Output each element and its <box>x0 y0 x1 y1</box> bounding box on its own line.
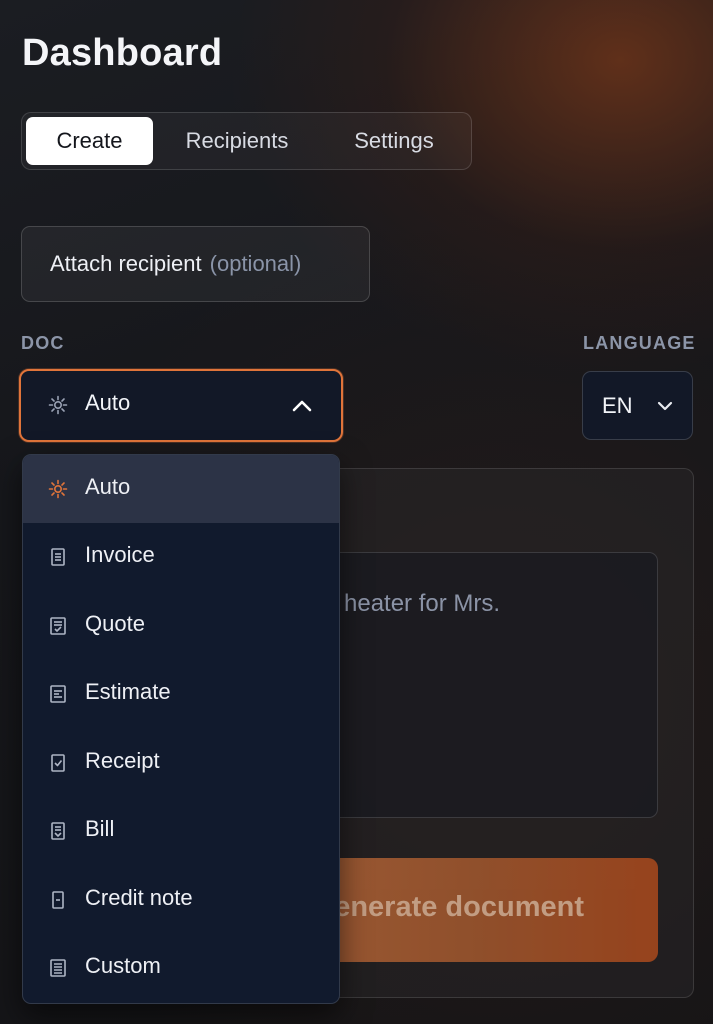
bill-icon <box>51 822 65 840</box>
language-select[interactable]: EN <box>582 371 693 440</box>
prompt-visible-text: heater for Mrs. <box>344 590 501 617</box>
dropdown-option-custom[interactable]: Custom <box>23 934 339 1002</box>
tab-bar: Create Recipients Settings <box>21 112 472 170</box>
doc-label: DOC <box>21 333 65 353</box>
attach-recipient-button[interactable]: Attach recipient (optional) <box>21 226 370 302</box>
dropdown-option-label: Credit note <box>85 885 193 910</box>
dropdown-option-auto[interactable]: Auto <box>23 455 339 523</box>
dropdown-option-quote[interactable]: Quote <box>23 592 339 660</box>
dropdown-option-label: Invoice <box>85 542 155 567</box>
dropdown-option-estimate[interactable]: Estimate <box>23 660 339 728</box>
credit-note-icon <box>52 891 64 909</box>
language-value: EN <box>602 393 633 418</box>
chevron-up-icon <box>292 400 312 412</box>
doc-type-dropdown: Auto Invoice Quote Estimate Receipt Bill… <box>22 454 340 1004</box>
dropdown-option-credit-note[interactable]: Credit note <box>23 866 339 934</box>
dropdown-option-label: Receipt <box>85 748 160 773</box>
receipt-icon <box>51 754 65 772</box>
dropdown-option-label: Estimate <box>85 679 171 704</box>
sparkle-icon <box>48 479 68 499</box>
doc-type-select[interactable]: Auto <box>19 369 343 442</box>
dropdown-option-receipt[interactable]: Receipt <box>23 729 339 797</box>
page-title: Dashboard <box>22 32 223 74</box>
optional-hint: (optional) <box>209 251 302 276</box>
dropdown-option-label: Bill <box>85 816 115 841</box>
dropdown-option-label: Quote <box>85 611 145 636</box>
tab-settings[interactable]: Settings <box>326 117 462 165</box>
dropdown-option-label: Auto <box>85 474 131 499</box>
generate-document-label: enerate document <box>334 891 584 923</box>
custom-icon <box>50 959 66 977</box>
doc-type-value: Auto <box>85 390 131 415</box>
chevron-down-icon <box>657 401 673 411</box>
estimate-icon <box>50 685 66 703</box>
dropdown-option-invoice[interactable]: Invoice <box>23 523 339 591</box>
tab-recipients[interactable]: Recipients <box>162 117 312 165</box>
tab-create[interactable]: Create <box>26 117 153 165</box>
prompt-text: heater for Mrs. <box>344 586 500 622</box>
dropdown-option-bill[interactable]: Bill <box>23 797 339 865</box>
language-label: LANGUAGE <box>583 333 696 353</box>
sparkle-icon <box>48 395 68 415</box>
dropdown-option-label: Custom <box>85 953 161 978</box>
quote-icon <box>50 617 66 635</box>
invoice-icon <box>51 548 65 566</box>
attach-recipient-label: Attach recipient <box>50 251 202 276</box>
